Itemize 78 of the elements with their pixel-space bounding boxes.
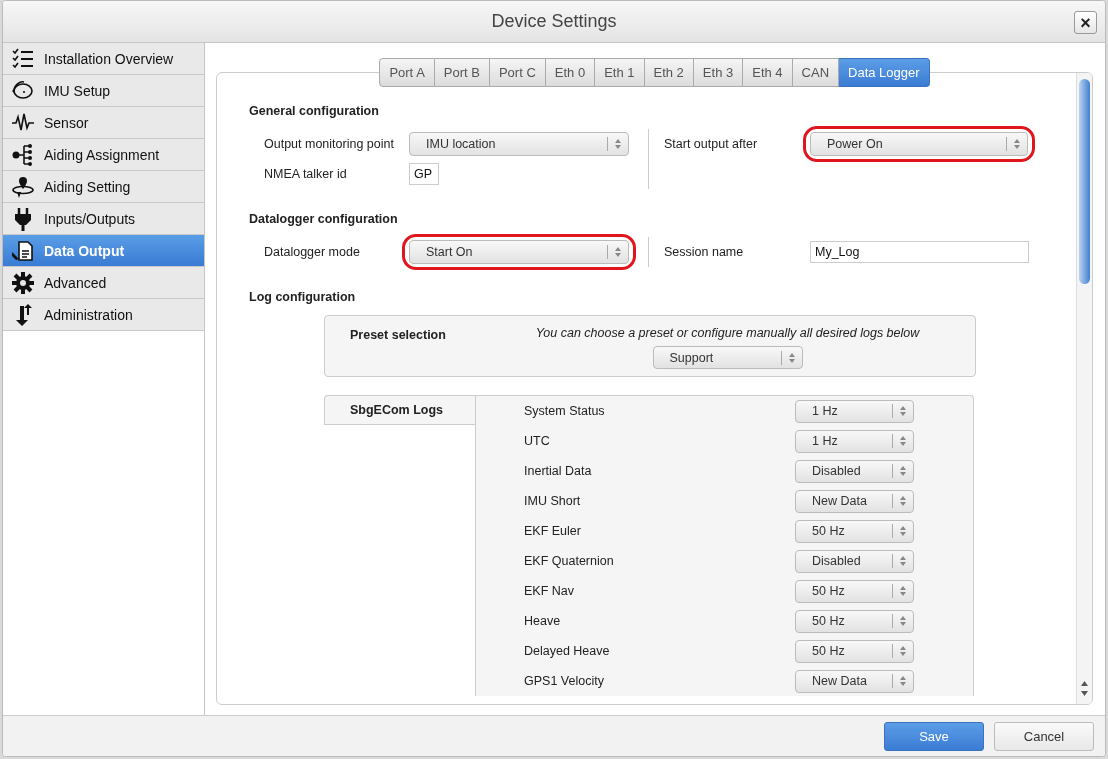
tab[interactable]: Port B <box>434 58 490 87</box>
dropdown[interactable]: 1 Hz <box>795 399 914 423</box>
tab[interactable]: Eth 0 <box>545 58 596 87</box>
section-heading: Log configuration <box>249 289 357 305</box>
dropdown[interactable]: Support <box>652 346 803 369</box>
log-name: EKF Nav <box>524 584 575 598</box>
dropdown[interactable]: 50 Hz <box>795 519 914 543</box>
sidebar-item[interactable]: Inputs/Outputs <box>3 203 204 235</box>
sidebar-item[interactable]: Installation Overview <box>3 43 204 75</box>
tab[interactable]: Port A <box>379 58 435 87</box>
log-name: IMU Short <box>524 494 582 508</box>
log-name: EKF Euler <box>524 524 582 538</box>
gear-icon <box>11 270 35 295</box>
sidebar-item[interactable]: Aiding Assignment <box>3 139 204 171</box>
dropdown[interactable]: 1 Hz <box>795 429 914 453</box>
log-name: Delayed Heave <box>524 644 611 658</box>
field-label: Start output after <box>664 137 759 151</box>
dropdown[interactable]: New Data <box>795 669 914 693</box>
updown-arrows-icon <box>892 614 909 628</box>
updown-arrows-icon <box>892 434 909 448</box>
tab[interactable]: Eth 1 <box>595 58 645 87</box>
tab[interactable]: Port C <box>489 58 546 87</box>
tab[interactable]: Eth 4 <box>743 58 793 87</box>
updown-arrows-icon <box>607 137 624 151</box>
hint-text: You can choose a preset or configure manually all desired logs below <box>535 326 920 340</box>
sidebar-item[interactable]: Advanced <box>3 267 204 299</box>
document-pen-icon <box>11 238 35 263</box>
location-pin-icon <box>11 174 35 199</box>
log-name: System Status <box>524 404 606 418</box>
close-button[interactable]: × <box>1074 11 1097 34</box>
log-name: EKF Quaternion <box>524 554 615 568</box>
input-field[interactable]: GP <box>409 163 439 185</box>
input-field[interactable]: My_Log <box>810 241 1029 263</box>
log-name: GPS1 Velocity <box>524 674 605 688</box>
updown-arrows-icon <box>892 524 909 538</box>
dropdown[interactable]: Start On <box>409 240 629 264</box>
updown-arrows-icon <box>892 644 909 658</box>
tab[interactable]: Eth 2 <box>644 58 694 87</box>
scrollbar-thumb[interactable] <box>1079 79 1090 284</box>
updown-arrows-icon <box>780 350 798 365</box>
updown-arrows-icon <box>892 464 909 478</box>
dropdown[interactable]: New Data <box>795 489 914 513</box>
field-label: NMEA talker id <box>264 167 348 181</box>
cancel-button[interactable]: Cancel <box>994 721 1094 751</box>
field-label: Session name <box>664 245 745 259</box>
section-heading: Datalogger configuration <box>249 211 399 227</box>
field-label: Output monitoring point <box>264 137 395 151</box>
logs-tab[interactable]: SbgECom Logs <box>324 395 475 425</box>
tab[interactable]: Eth 3 <box>693 58 744 87</box>
updown-arrows-icon <box>892 554 909 568</box>
scrollbar[interactable] <box>1076 73 1092 704</box>
dropdown[interactable]: Power On <box>810 132 1028 156</box>
dropdown[interactable]: 50 Hz <box>795 579 914 603</box>
sidebar-item[interactable]: Aiding Setting <box>3 171 204 203</box>
section-heading: General configuration <box>249 103 380 119</box>
updown-arrows-icon <box>1006 137 1023 151</box>
field-label: Datalogger mode <box>264 245 361 259</box>
log-name: Heave <box>524 614 562 628</box>
dropdown[interactable]: Disabled <box>795 549 914 573</box>
log-name: UTC <box>524 434 551 448</box>
sidebar-item[interactable]: Administration <box>3 299 204 331</box>
dropdown[interactable]: IMU location <box>409 132 629 156</box>
sidebar-item[interactable]: Sensor <box>3 107 204 139</box>
checklist-icon <box>11 46 35 71</box>
sidebar-item[interactable]: IMU Setup <box>3 75 204 107</box>
tab[interactable]: CAN <box>792 58 840 87</box>
window-title: Device Settings <box>491 11 617 32</box>
updown-arrows-icon <box>892 404 909 418</box>
updown-arrows-icon <box>892 584 909 598</box>
updown-arrows-icon <box>892 494 909 508</box>
preset-label: Preset selection <box>350 328 446 342</box>
updown-arrows-icon <box>607 245 624 259</box>
dropdown[interactable]: 50 Hz <box>795 639 914 663</box>
dropdown[interactable]: 50 Hz <box>795 609 914 633</box>
log-name: Inertial Data <box>524 464 593 478</box>
updown-arrows-icon <box>892 674 909 688</box>
dropdown[interactable]: Disabled <box>795 459 914 483</box>
branch-icon <box>11 142 35 167</box>
